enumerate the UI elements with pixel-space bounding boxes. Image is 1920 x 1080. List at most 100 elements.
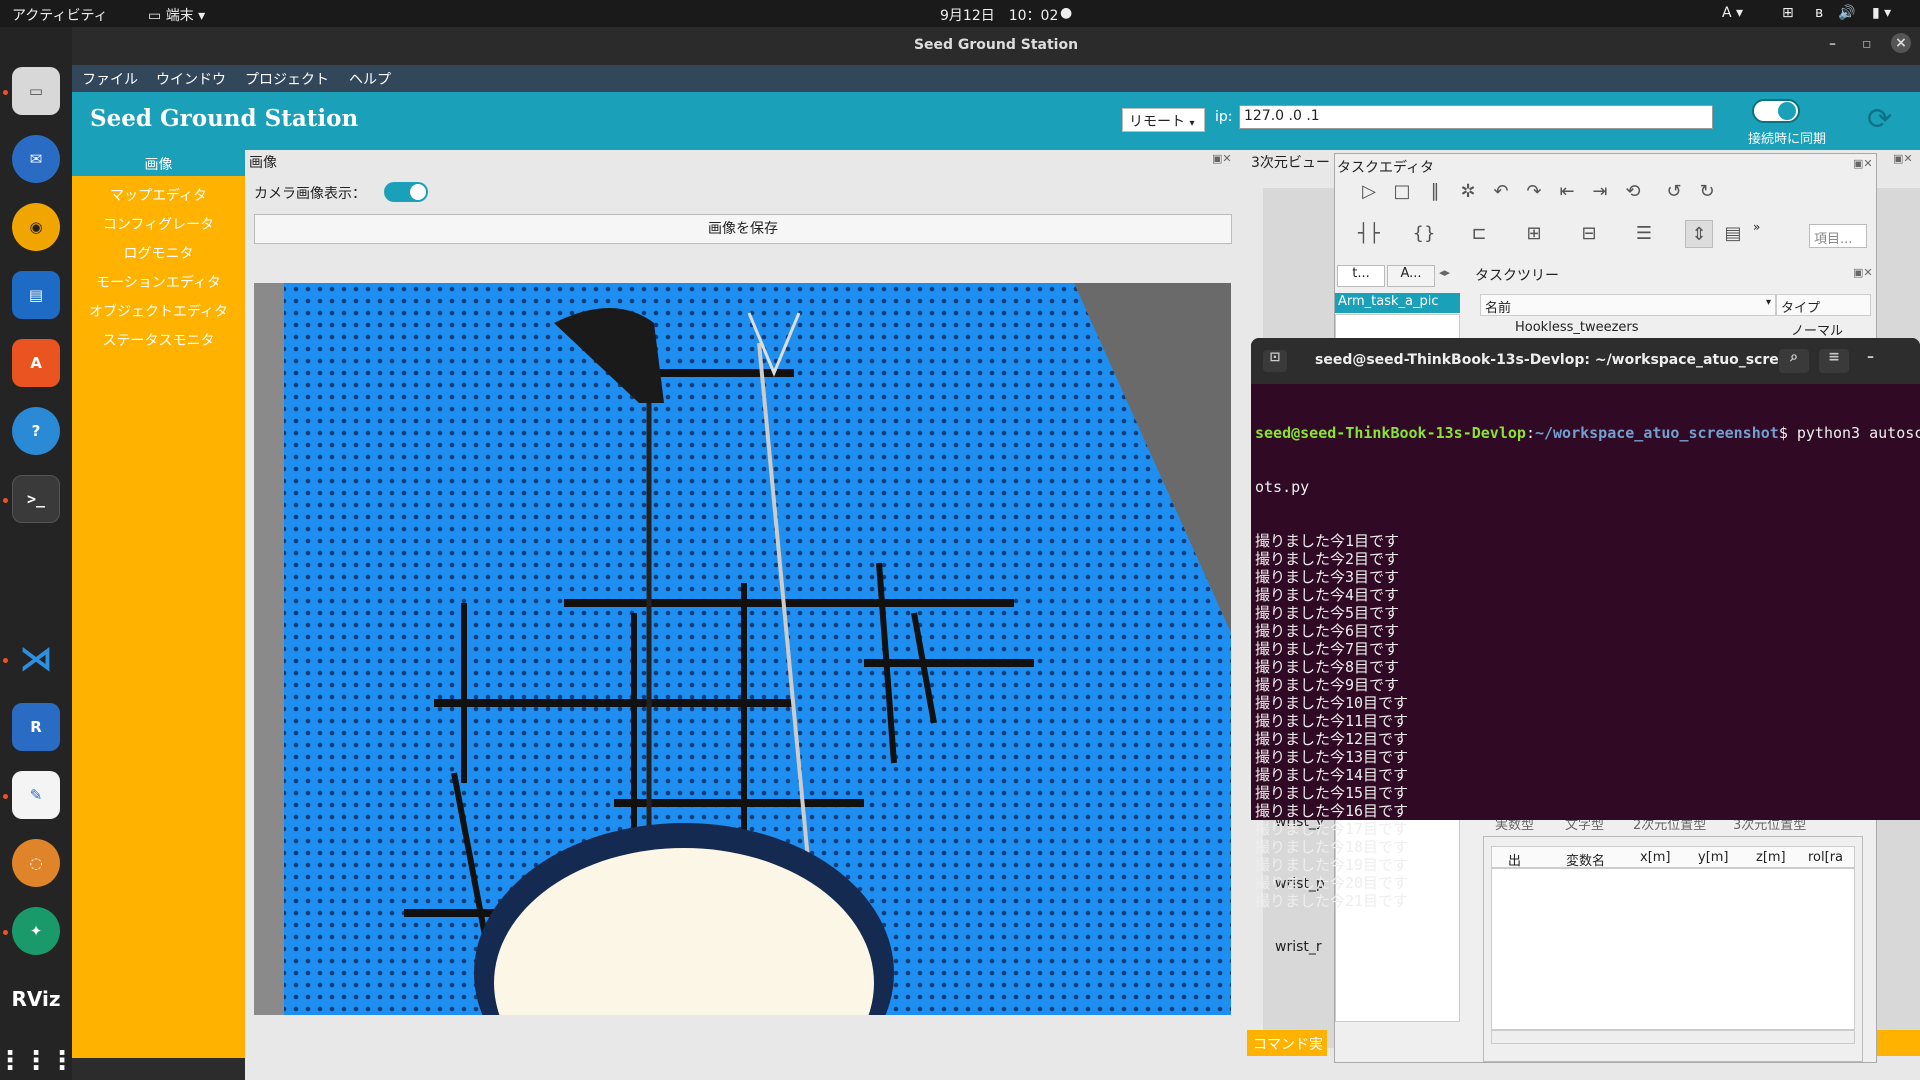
task-editor-float-close-icon[interactable]: ▣✕ — [1853, 157, 1873, 170]
terminal-line: 撮りました今11目です — [1255, 712, 1409, 730]
sync-toggle[interactable] — [1752, 99, 1800, 123]
writer-icon[interactable]: ▤ — [12, 271, 60, 319]
mode-select[interactable]: リモート ▾ — [1122, 108, 1205, 132]
menu-project[interactable]: プロジェクト — [245, 69, 329, 89]
sidebar-item-motion-editor[interactable]: モーションエディタ — [72, 272, 245, 292]
step-back-icon[interactable]: ↶ — [1487, 178, 1515, 206]
window-title: Seed Ground Station — [913, 37, 1079, 53]
clock[interactable]: 9月12日 10：02 — [940, 5, 1058, 25]
view3d-float-close-icon[interactable]: ▣✕ — [1893, 152, 1913, 165]
pause-icon[interactable]: ∥ — [1421, 178, 1449, 206]
input-method[interactable]: A ▾ — [1722, 5, 1743, 21]
image-panel: 画像 ▣✕ カメラ画像表示： 画像を保存 — [245, 150, 1239, 1080]
volume-icon[interactable]: 🔊 — [1838, 5, 1855, 21]
sidebar-item-log-monitor[interactable]: ログモニタ — [72, 243, 245, 263]
maximize-button[interactable]: ▫ — [1862, 36, 1872, 52]
col-type[interactable]: タイプ — [1776, 294, 1871, 316]
satellite-icon[interactable]: ✦ — [12, 907, 60, 955]
window-titlebar: Seed Ground Station – ▫ × — [72, 27, 1920, 65]
ip-input[interactable]: 127.0 .0 .1 — [1239, 105, 1713, 129]
save-image-button[interactable]: 画像を保存 — [254, 214, 1232, 244]
app-menu[interactable]: ▭ 端末 ▾ — [148, 5, 205, 25]
item-search-input[interactable]: 項目... — [1809, 224, 1867, 248]
terminal-line: 撮りました今4目です — [1255, 586, 1400, 604]
col-name[interactable]: 名前 ▾ — [1480, 294, 1776, 316]
activities-button[interactable]: アクティビティ — [12, 5, 108, 25]
rhythmbox-icon[interactable]: ◉ — [12, 203, 60, 251]
task-tree-float-close-icon[interactable]: ▣✕ — [1853, 266, 1873, 279]
terminal-line: 撮りました今7目です — [1255, 640, 1400, 658]
search-icon[interactable]: ⌕ — [1779, 349, 1809, 373]
tree-row-name[interactable]: Hookless_tweezers — [1515, 320, 1639, 335]
sidebar-item-status-monitor[interactable]: ステータスモニタ — [72, 330, 245, 350]
menu-file[interactable]: ファイル — [82, 69, 138, 89]
text-icon[interactable]: ☰ — [1630, 220, 1658, 248]
sync-icon[interactable]: ⟳ — [1867, 102, 1892, 137]
command-button[interactable]: コマンド実 — [1247, 1030, 1327, 1056]
terminal-icon: ▭ — [148, 8, 166, 24]
brace-icon[interactable]: {} — [1410, 220, 1438, 248]
hamburger-menu-icon[interactable]: ≡ — [1819, 349, 1849, 373]
ip-label: ip: — [1215, 109, 1233, 125]
tab-t[interactable]: t... — [1337, 265, 1385, 287]
terminal-line: 撮りました今16目です — [1255, 802, 1409, 820]
sidebar-item-map-editor[interactable]: マップエディタ — [72, 185, 245, 205]
help-icon[interactable]: ? — [12, 407, 60, 455]
var-table-scrollbar[interactable] — [1491, 1030, 1855, 1044]
stop-icon[interactable]: □ — [1388, 178, 1416, 206]
battery-icon[interactable]: ▮ ▾ — [1872, 5, 1891, 21]
debug-icon[interactable]: ✲ — [1454, 178, 1482, 206]
terminal-line: 撮りました今18目です — [1255, 838, 1409, 856]
files-icon[interactable]: ▭ — [12, 67, 60, 115]
insert-icon[interactable]: ⊟ — [1575, 220, 1603, 248]
terminal-output[interactable]: seed@seed-ThinkBook-13s-Devlop:~/workspa… — [1255, 388, 1920, 946]
sidebar-item-image[interactable]: 画像 — [72, 150, 245, 176]
more-icon[interactable]: » — [1753, 220, 1760, 234]
parallel-icon[interactable]: ┤├ — [1355, 220, 1383, 248]
app-grid-icon[interactable]: ⋮⋮⋮ — [0, 1037, 75, 1080]
undo-icon[interactable]: ↺ — [1660, 178, 1688, 206]
menu-help[interactable]: ヘルプ — [349, 69, 391, 89]
loop-icon[interactable]: ⟲ — [1619, 178, 1647, 206]
camera-toggle[interactable] — [384, 182, 428, 202]
thunderbird-icon[interactable]: ✉ — [12, 135, 60, 183]
step-in-icon[interactable]: ⇤ — [1553, 178, 1581, 206]
list-icon[interactable]: ▤ — [1719, 220, 1747, 248]
block-icon[interactable]: ⊏ — [1465, 220, 1493, 248]
tab-a[interactable]: A... — [1387, 265, 1435, 287]
menu-window[interactable]: ウインドウ — [156, 69, 226, 89]
terminal-header: ⊡ seed@seed-ThinkBook-13s-Devlop: ~/work… — [1251, 338, 1920, 384]
group-icon[interactable]: ⊞ — [1520, 220, 1548, 248]
rviz-icon[interactable]: RViz — [11, 975, 61, 1023]
minimize-icon[interactable]: – — [1867, 349, 1874, 365]
sidebar-item-configurator[interactable]: コンフィグレータ — [72, 214, 245, 234]
task-tree-title: タスクツリー — [1475, 268, 1559, 284]
new-tab-icon[interactable]: ⊡ — [1263, 350, 1287, 372]
app-header: Seed Ground Station リモート ▾ ip: 127.0 .0 … — [72, 92, 1920, 150]
network-icon[interactable]: ⊞ — [1782, 5, 1794, 21]
expand-icon[interactable]: ⇕ — [1685, 220, 1713, 248]
terminal-line: 撮りました今13目です — [1255, 748, 1409, 766]
dock: ▭ ✉ ◉ ▤ A ? >_ ⋊ R ✎ ◌ ✦ RViz ⋮⋮⋮ — [0, 27, 75, 1080]
task-list-item[interactable]: Arm_task_a_pic — [1335, 293, 1460, 313]
terminal-dock-icon[interactable]: >_ — [12, 475, 60, 523]
close-button[interactable]: × — [1891, 33, 1911, 53]
redo-icon[interactable]: ↻ — [1693, 178, 1721, 206]
step-out-icon[interactable]: ⇥ — [1586, 178, 1614, 206]
tab-scroll-icon[interactable]: ◂▸ — [1439, 266, 1450, 279]
software-icon[interactable]: A — [12, 339, 60, 387]
bluetooth-icon[interactable]: ʙ — [1815, 5, 1823, 21]
terminal-line: 撮りました今2目です — [1255, 550, 1400, 568]
panel-float-close-icon[interactable]: ▣✕ — [1212, 152, 1232, 165]
step-over-icon[interactable]: ↷ — [1520, 178, 1548, 206]
minimize-button[interactable]: – — [1829, 36, 1836, 52]
remmina-icon[interactable]: R — [12, 703, 60, 751]
blender-icon[interactable]: ◌ — [12, 839, 60, 887]
sidebar-item-object-editor[interactable]: オブジェクトエディタ — [72, 301, 245, 321]
text-editor-icon[interactable]: ✎ — [12, 771, 60, 819]
terminal-line: 撮りました今10目です — [1255, 694, 1409, 712]
terminal-line: 撮りました今3目です — [1255, 568, 1400, 586]
vscode-icon[interactable]: ⋊ — [12, 635, 60, 683]
terminal-line: 撮りました今21目です — [1255, 892, 1409, 910]
play-icon[interactable]: ▷ — [1355, 178, 1383, 206]
